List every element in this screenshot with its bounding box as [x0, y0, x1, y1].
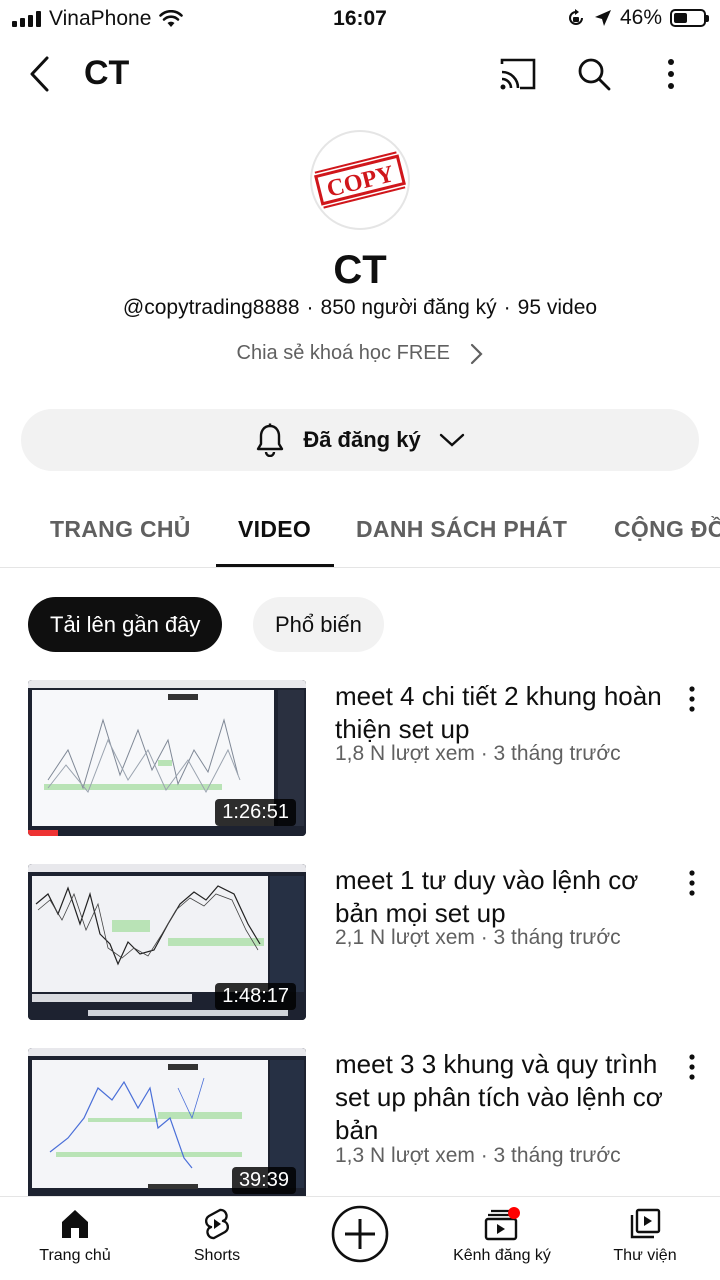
video-age: 3 tháng trước: [493, 1144, 621, 1167]
channel-meta: @copytrading8888 · 850 người đăng ký · 95 vi…: [122, 296, 598, 319]
nav-library-label: Thư viện: [613, 1247, 677, 1264]
video-title[interactable]: meet 1 tư duy vào lệnh cơ bản mọi set up: [335, 864, 665, 930]
home-icon: [62, 1210, 88, 1238]
video-item[interactable]: 1:26:51 meet 4 chi tiết 2 khung hoàn thi…: [0, 680, 720, 840]
nav-shorts[interactable]: Shorts: [152, 1207, 282, 1265]
video-age: 3 tháng trước: [493, 926, 621, 949]
appbar-title: CT: [84, 54, 130, 92]
tab-playlists[interactable]: DANH SÁCH PHÁT: [356, 516, 567, 543]
video-views: 1,8 N lượt xem: [335, 742, 475, 765]
bell-icon: [257, 423, 284, 457]
video-item[interactable]: 39:39 meet 3 3 khung và quy trình set up…: [0, 1048, 720, 1208]
library-icon: [630, 1208, 661, 1239]
video-views: 1,3 N lượt xem: [335, 1144, 475, 1167]
shorts-icon: [204, 1208, 230, 1240]
video-title[interactable]: meet 4 chi tiết 2 khung hoàn thiện set u…: [335, 680, 665, 746]
tab-videos[interactable]: VIDEO: [238, 516, 311, 543]
status-bar: VinaPhone 16:07 46%: [0, 0, 720, 38]
video-duration: 1:26:51: [215, 799, 296, 826]
video-thumbnail[interactable]: 1:26:51: [28, 680, 306, 836]
tab-community[interactable]: CỘNG ĐỒNG: [614, 516, 720, 543]
channel-tabs: TRANG CHỦ VIDEO DANH SÁCH PHÁT CỘNG ĐỒNG: [0, 498, 720, 568]
chevron-right-icon: [470, 343, 483, 364]
video-age: 3 tháng trước: [493, 742, 621, 765]
video-views: 2,1 N lượt xem: [335, 926, 475, 949]
cast-icon[interactable]: [498, 54, 538, 94]
app-bar: CT: [0, 44, 720, 104]
chip-popular[interactable]: Phổ biến: [253, 597, 384, 652]
channel-description[interactable]: Chia sẻ khoá học FREE: [0, 342, 720, 365]
channel-handle: @copytrading8888: [122, 296, 300, 319]
back-icon[interactable]: [22, 54, 62, 94]
chip-recent-uploads[interactable]: Tải lên gần đây: [28, 597, 223, 652]
nav-subscriptions[interactable]: Kênh đăng ký: [437, 1207, 567, 1265]
nav-home[interactable]: Trang chủ: [10, 1207, 140, 1265]
video-thumbnail[interactable]: 1:48:17: [28, 864, 306, 1020]
video-meta: 1,8 N lượt xem · 3 tháng trước: [335, 742, 621, 765]
video-meta: 1,3 N lượt xem · 3 tháng trước: [335, 1144, 621, 1167]
nav-home-label: Trang chủ: [39, 1247, 111, 1264]
video-meta: 2,1 N lượt xem · 3 tháng trước: [335, 926, 621, 949]
chevron-down-icon: [439, 433, 464, 447]
video-more-icon[interactable]: [684, 684, 700, 714]
bottom-navigation: Trang chủ Shorts Kênh đăng ký Thư viện: [0, 1196, 720, 1280]
subscribe-label: Đã đăng ký: [303, 427, 421, 452]
copy-stamp-logo: COPY: [314, 151, 406, 209]
location-icon: [594, 10, 611, 26]
video-duration: 39:39: [231, 1167, 296, 1194]
create-icon[interactable]: [331, 1205, 389, 1263]
nav-library[interactable]: Thư viện: [580, 1207, 710, 1265]
subscriber-count: 850 người đăng ký: [320, 296, 497, 319]
notification-dot: [508, 1207, 520, 1219]
nav-shorts-label: Shorts: [193, 1247, 241, 1264]
battery-icon: [670, 9, 709, 27]
nav-subscriptions-label: Kênh đăng ký: [453, 1247, 551, 1264]
video-title[interactable]: meet 3 3 khung và quy trình set up phân …: [335, 1048, 665, 1147]
video-item[interactable]: 1:48:17 meet 1 tư duy vào lệnh cơ bản mọ…: [0, 864, 720, 1024]
channel-name: CT: [333, 248, 387, 292]
battery-percent: 46%: [619, 6, 662, 29]
channel-avatar[interactable]: COPY: [310, 130, 410, 230]
description-text: Chia sẻ khoá học FREE: [236, 342, 450, 364]
video-count: 95 video: [517, 296, 598, 319]
subscriptions-icon: [484, 1207, 520, 1241]
video-more-icon[interactable]: [684, 868, 700, 898]
active-tab-indicator: [216, 564, 334, 567]
video-thumbnail[interactable]: 39:39: [28, 1048, 306, 1204]
search-icon[interactable]: [574, 54, 614, 94]
subscribed-button[interactable]: Đã đăng ký: [21, 409, 699, 471]
video-duration: 1:48:17: [215, 983, 296, 1010]
rotation-lock-icon: [569, 9, 583, 25]
more-vert-icon[interactable]: [651, 54, 691, 94]
tab-home[interactable]: TRANG CHỦ: [50, 516, 191, 543]
video-more-icon[interactable]: [684, 1052, 700, 1082]
